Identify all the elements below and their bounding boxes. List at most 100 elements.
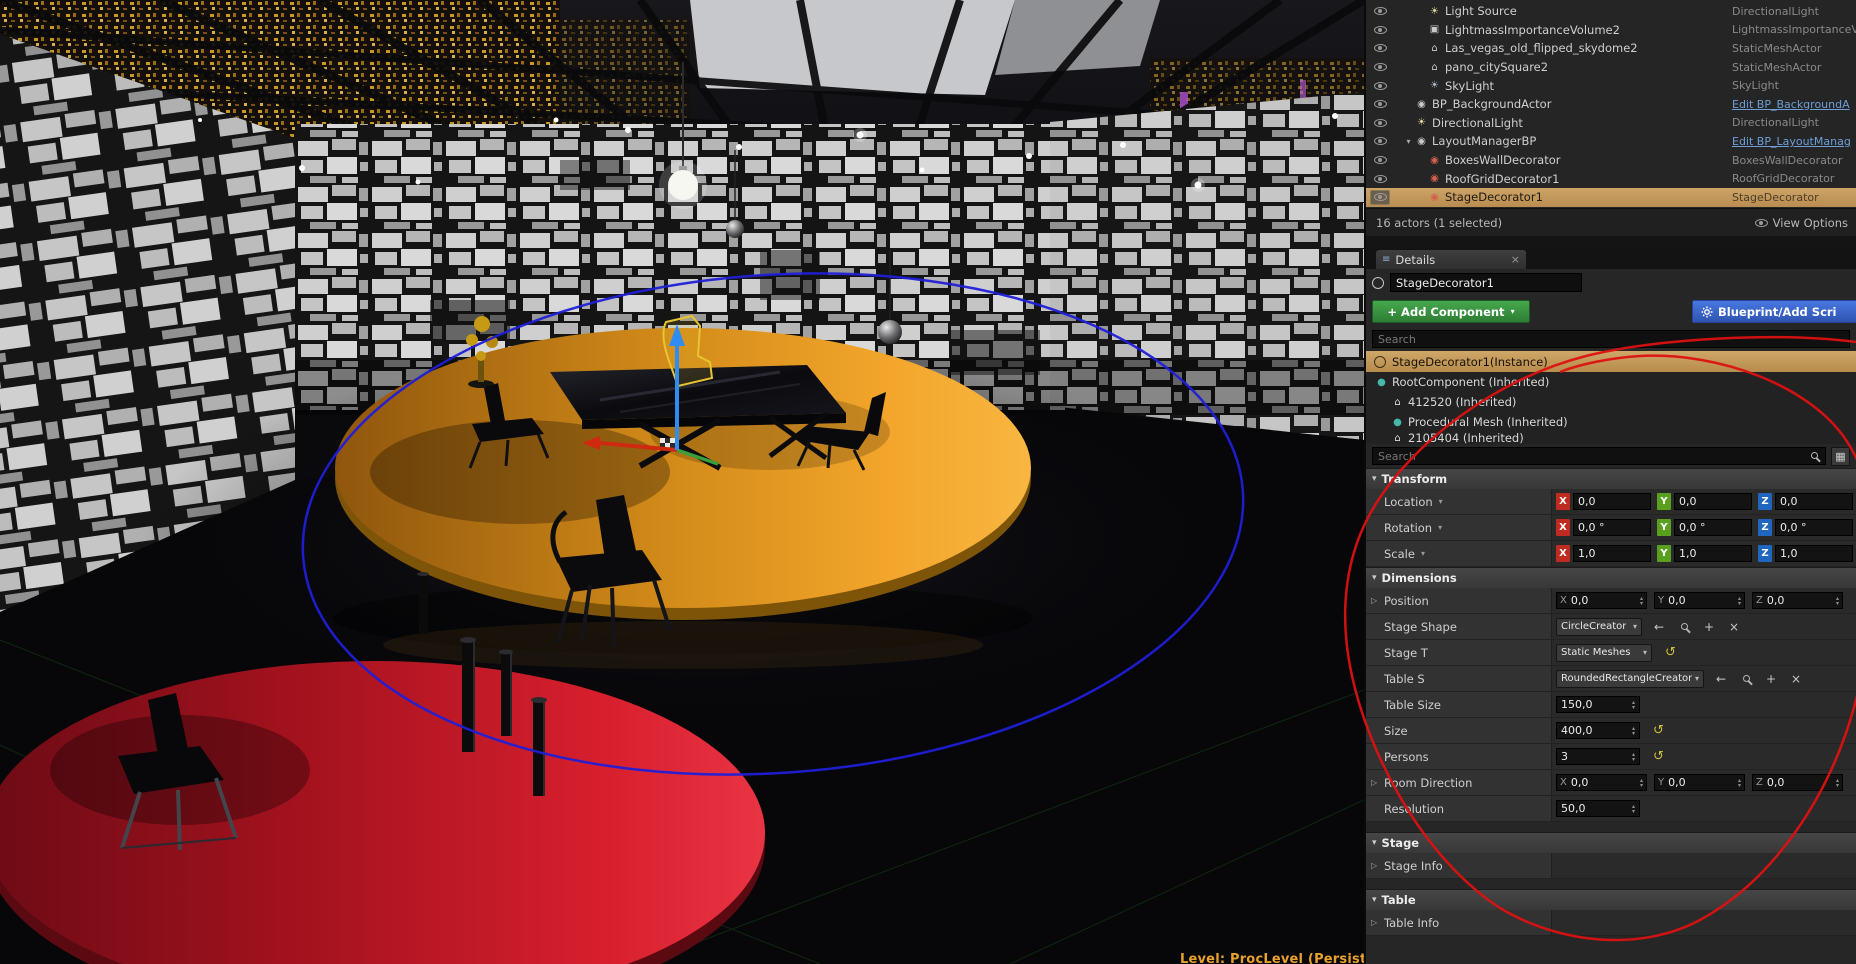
section-header-transform[interactable]: ▾ Transform xyxy=(1366,468,1856,489)
actor-label[interactable]: pano_citySquare2 xyxy=(1445,60,1732,74)
position-x-input[interactable]: X0,0▴▾ xyxy=(1556,592,1647,609)
room-direction-label[interactable]: ▷ Room Direction xyxy=(1366,770,1552,795)
spinner-icon[interactable]: ▴▾ xyxy=(1738,596,1741,606)
resolution-label[interactable]: Resolution xyxy=(1366,796,1552,821)
reset-to-default-icon[interactable]: ↺ xyxy=(1653,749,1664,764)
room-direction-z-input[interactable]: Z0,0▴▾ xyxy=(1752,774,1843,791)
rotation-label[interactable]: Rotation▾ xyxy=(1366,515,1552,540)
spinner-icon[interactable]: ▴▾ xyxy=(1836,778,1839,788)
actor-label[interactable]: StageDecorator1 xyxy=(1445,190,1732,204)
location-z-input[interactable]: 0,0 xyxy=(1775,493,1853,510)
location-x-input[interactable]: 0,0 xyxy=(1573,493,1651,510)
component-label[interactable]: 412520 (Inherited) xyxy=(1408,395,1516,409)
add-component-button[interactable]: + Add Component ▾ xyxy=(1372,300,1530,323)
actor-label[interactable]: SkyLight xyxy=(1445,79,1732,93)
position-y-input[interactable]: Y0,0▴▾ xyxy=(1654,592,1745,609)
stage-t-label[interactable]: Stage T xyxy=(1366,640,1552,665)
component-search-input[interactable] xyxy=(1372,330,1850,348)
stage-shape-label[interactable]: Stage Shape xyxy=(1366,614,1552,639)
scene-canvas[interactable] xyxy=(0,0,1364,964)
visibility-eye-icon[interactable] xyxy=(1370,171,1390,186)
section-header-dimensions[interactable]: ▾ Dimensions xyxy=(1366,567,1856,588)
scale-z-input[interactable]: 1,0 xyxy=(1775,545,1853,562)
actor-type-link[interactable]: Edit BP_LayoutManag xyxy=(1732,135,1856,148)
section-header-table[interactable]: ▾ Table xyxy=(1366,889,1856,910)
scale-x-input[interactable]: 1,0 xyxy=(1573,545,1651,562)
spinner-icon[interactable]: ▴▾ xyxy=(1836,596,1839,606)
outliner-row[interactable]: ☀DirectionalLightDirectionalLight xyxy=(1366,114,1856,133)
reset-to-default-icon[interactable]: ↺ xyxy=(1653,723,1664,738)
size-label[interactable]: Size xyxy=(1366,718,1552,743)
location-y-input[interactable]: 0,0 xyxy=(1674,493,1752,510)
add-element-icon[interactable]: + xyxy=(1701,619,1717,635)
outliner-row[interactable]: ⌂Las_vegas_old_flipped_skydome2StaticMes… xyxy=(1366,39,1856,58)
location-label[interactable]: Location▾ xyxy=(1366,489,1552,514)
visibility-eye-icon[interactable] xyxy=(1370,4,1390,19)
visibility-eye-icon[interactable] xyxy=(1370,190,1390,205)
visibility-eye-icon[interactable] xyxy=(1370,41,1390,56)
clear-icon[interactable]: × xyxy=(1726,619,1742,635)
component-row[interactable]: ●Procedural Mesh (Inherited) xyxy=(1366,412,1856,432)
outliner-row[interactable]: ▣LightmassImportanceVolume2LightmassImpo… xyxy=(1366,21,1856,40)
outliner-row[interactable]: ☀SkyLightSkyLight xyxy=(1366,76,1856,95)
browse-icon[interactable] xyxy=(1676,619,1692,635)
component-row[interactable]: ⌂2105404 (Inherited) xyxy=(1366,432,1856,444)
stage-t-dropdown[interactable]: Static Meshes▾ xyxy=(1556,644,1652,662)
visibility-eye-icon[interactable] xyxy=(1370,115,1390,130)
reset-to-default-icon[interactable]: ↺ xyxy=(1665,645,1676,660)
outliner-row[interactable]: ▾◉LayoutManagerBPEdit BP_LayoutManag xyxy=(1366,132,1856,151)
resolution-input[interactable]: 50,0▴▾ xyxy=(1556,800,1640,817)
view-options-button[interactable]: View Options xyxy=(1755,216,1848,230)
rotation-y-input[interactable]: 0,0 ° xyxy=(1674,519,1752,536)
stage-shape-dropdown[interactable]: CircleCreator▾ xyxy=(1556,618,1642,636)
spinner-icon[interactable]: ▴▾ xyxy=(1632,804,1635,814)
spinner-icon[interactable]: ▴▾ xyxy=(1632,700,1635,710)
position-label[interactable]: ▷ Position xyxy=(1366,588,1552,613)
table-info-label[interactable]: ▷ Table Info xyxy=(1366,910,1552,935)
expander-icon[interactable]: ▷ xyxy=(1371,918,1377,927)
table-s-dropdown[interactable]: RoundedRectangleCreator▾ xyxy=(1556,670,1704,688)
visibility-eye-icon[interactable] xyxy=(1370,22,1390,37)
expander-icon[interactable]: ▷ xyxy=(1371,778,1377,787)
rotation-x-input[interactable]: 0,0 ° xyxy=(1573,519,1651,536)
room-direction-y-input[interactable]: Y0,0▴▾ xyxy=(1654,774,1745,791)
component-row[interactable]: ⌂412520 (Inherited) xyxy=(1366,392,1856,412)
component-label[interactable]: 2105404 (Inherited) xyxy=(1408,432,1524,444)
use-selected-icon[interactable]: ← xyxy=(1713,671,1729,687)
expander-icon[interactable]: ▷ xyxy=(1371,596,1377,605)
outliner-row[interactable]: ⌂pano_citySquare2StaticMeshActor xyxy=(1366,58,1856,77)
browse-icon[interactable] xyxy=(1738,671,1754,687)
table-size-input[interactable]: 150,0▴▾ xyxy=(1556,696,1640,713)
spinner-icon[interactable]: ▴▾ xyxy=(1640,596,1643,606)
scale-label[interactable]: Scale▾ xyxy=(1366,541,1552,566)
add-element-icon[interactable]: + xyxy=(1763,671,1779,687)
spinner-icon[interactable]: ▴▾ xyxy=(1632,752,1635,762)
position-z-input[interactable]: Z0,0▴▾ xyxy=(1752,592,1843,609)
visibility-eye-icon[interactable] xyxy=(1370,60,1390,75)
actor-label[interactable]: BoxesWallDecorator xyxy=(1445,153,1732,167)
actor-label[interactable]: BP_BackgroundActor xyxy=(1432,97,1732,111)
property-matrix-icon[interactable]: ▦ xyxy=(1831,447,1850,466)
property-search-input[interactable] xyxy=(1372,447,1826,465)
outliner-row[interactable]: ☀Light SourceDirectionalLight xyxy=(1366,2,1856,21)
outliner-row[interactable]: ◉BP_BackgroundActorEdit BP_BackgroundA xyxy=(1366,95,1856,114)
outliner-row[interactable]: ◉StageDecorator1StageDecorator xyxy=(1366,188,1856,207)
actor-label[interactable]: LightmassImportanceVolume2 xyxy=(1445,23,1732,37)
instance-header-row[interactable]: StageDecorator1(Instance) xyxy=(1366,351,1856,372)
tab-close-icon[interactable]: × xyxy=(1511,253,1520,266)
outliner-row[interactable]: ◉BoxesWallDecoratorBoxesWallDecorator xyxy=(1366,151,1856,170)
room-direction-x-input[interactable]: X0,0▴▾ xyxy=(1556,774,1647,791)
actor-label[interactable]: DirectionalLight xyxy=(1432,116,1732,130)
actor-label[interactable]: Las_vegas_old_flipped_skydome2 xyxy=(1445,41,1732,55)
clear-icon[interactable]: × xyxy=(1788,671,1804,687)
outliner-row[interactable]: ◉RoofGridDecorator1RoofGridDecorator xyxy=(1366,169,1856,188)
visibility-eye-icon[interactable] xyxy=(1370,78,1390,93)
component-row[interactable]: ●RootComponent (Inherited) xyxy=(1366,372,1856,392)
component-label[interactable]: RootComponent (Inherited) xyxy=(1392,375,1549,389)
actor-name-input[interactable] xyxy=(1390,273,1582,292)
actor-type-link[interactable]: Edit BP_BackgroundA xyxy=(1732,98,1856,111)
blueprint-add-script-button[interactable]: Blueprint/Add Scri xyxy=(1692,300,1856,323)
use-selected-icon[interactable]: ← xyxy=(1651,619,1667,635)
persons-label[interactable]: Persons xyxy=(1366,744,1552,769)
tab-details[interactable]: ≡ Details × xyxy=(1376,250,1526,269)
